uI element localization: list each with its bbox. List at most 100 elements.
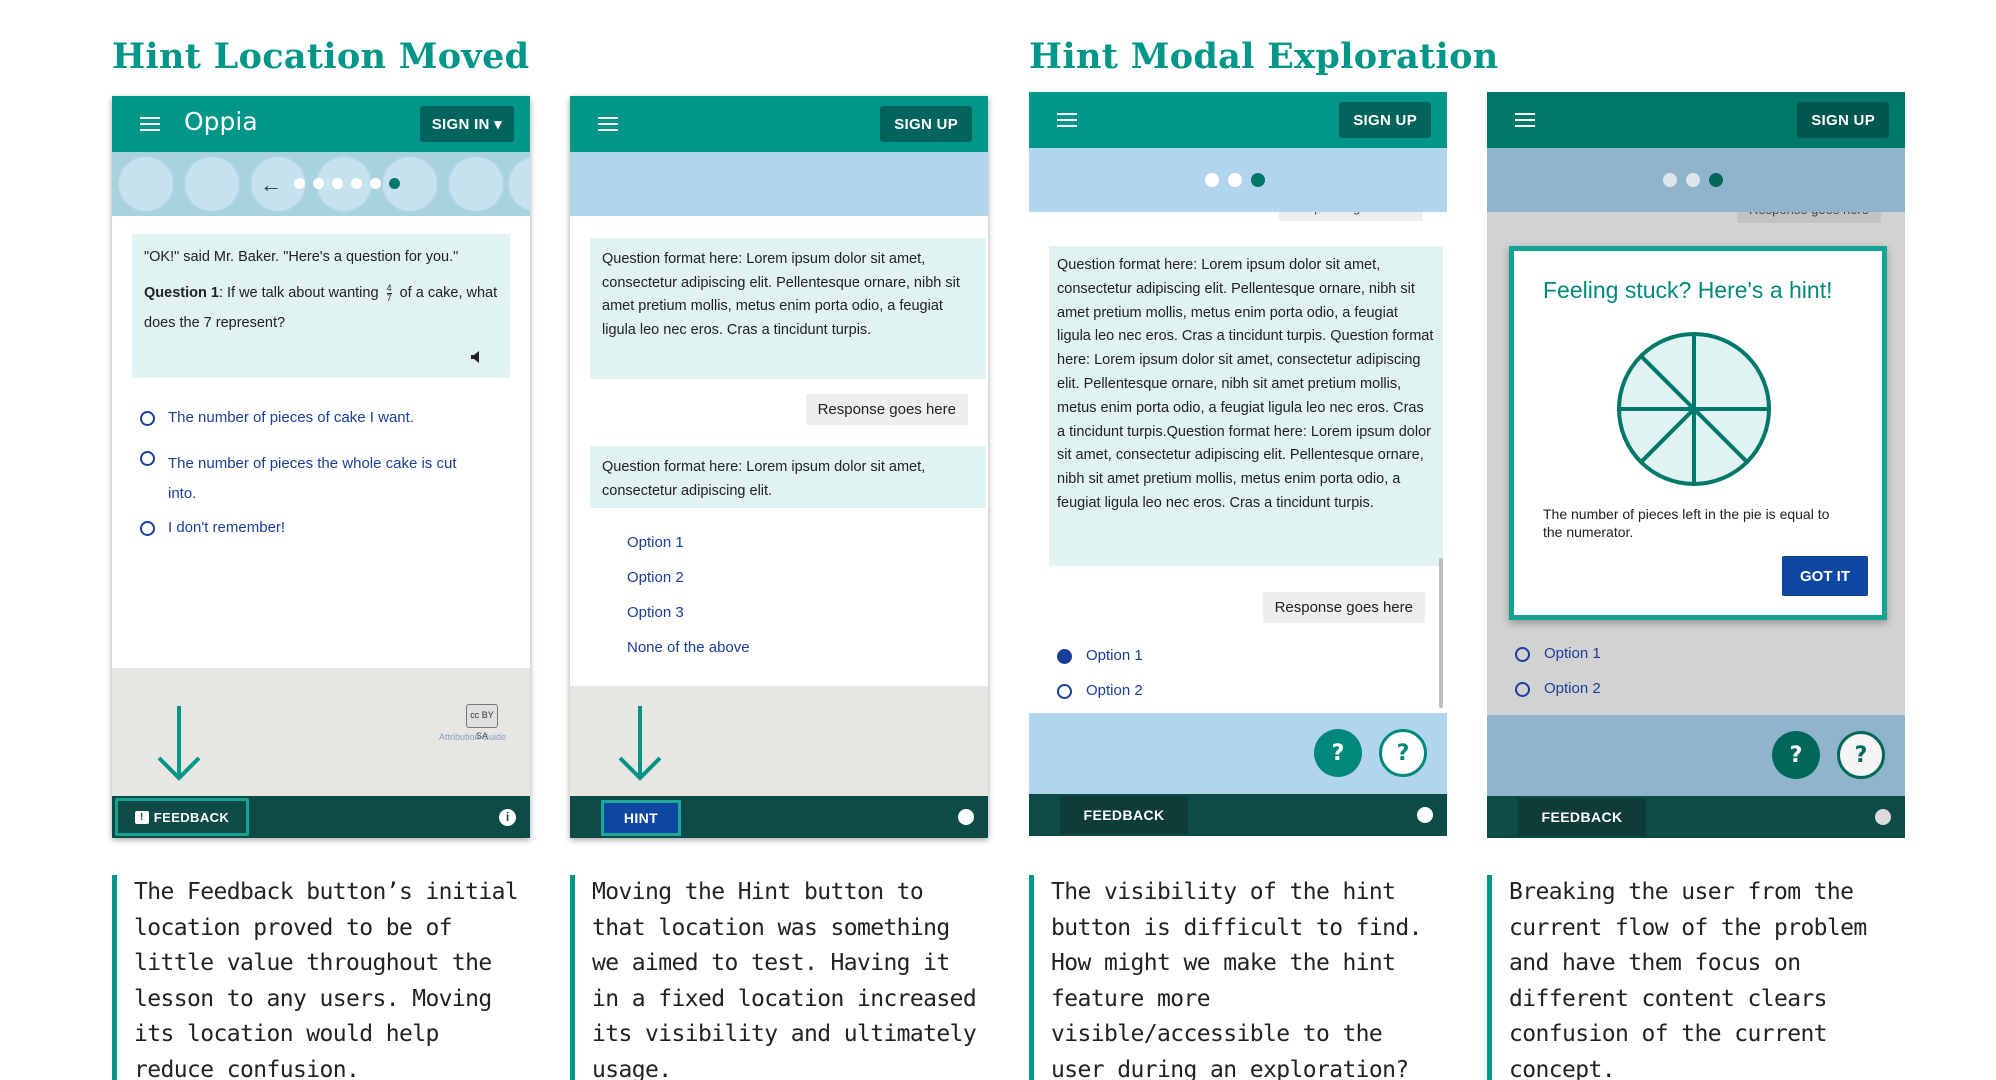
option-label-1[interactable]: The number of pieces of cake I want.: [168, 409, 414, 426]
progress-bar: ←: [112, 152, 530, 216]
arrow-down-icon: [157, 706, 201, 781]
response-bubble: Response goes here: [805, 394, 968, 425]
info-icon[interactable]: [958, 809, 974, 825]
oppia-logo: Oppia: [184, 107, 258, 136]
sign-up-button[interactable]: SIGN UP: [1797, 102, 1889, 138]
section-title-hint-modal: Hint Modal Exploration: [1029, 36, 1499, 77]
feedback-button[interactable]: FEEDBACK: [1518, 798, 1646, 836]
option-1[interactable]: Option 1: [1544, 645, 1601, 662]
hint-button[interactable]: ?: [1314, 729, 1362, 777]
progress-bar: [1487, 148, 1905, 212]
progress-dot: [294, 178, 305, 189]
option-2[interactable]: Option 2: [1086, 682, 1143, 699]
scrollbar[interactable]: [1439, 558, 1443, 708]
question-intro: "OK!" said Mr. Baker. "Here's a question…: [144, 249, 459, 265]
modal-text: The number of pieces left in the pie is …: [1543, 506, 1830, 540]
radio-option-3[interactable]: [140, 521, 155, 536]
fraction: 4 7: [386, 283, 392, 303]
progress-dot: [370, 178, 381, 189]
progress-dot: [313, 178, 324, 189]
hint-button[interactable]: ?: [1772, 731, 1820, 779]
radio-option-1-selected[interactable]: [1057, 649, 1072, 664]
arrow-down-icon: [618, 706, 662, 781]
info-icon[interactable]: i: [499, 809, 516, 826]
menu-icon[interactable]: [598, 117, 618, 131]
help-button[interactable]: ?: [1379, 729, 1427, 777]
option-label-3[interactable]: I don't remember!: [168, 519, 285, 536]
caption-4: Breaking the user from the current flow …: [1487, 875, 1905, 1080]
attribution-link[interactable]: Attribution Guide: [439, 732, 506, 742]
caption-3: The visibility of the hint button is dif…: [1029, 875, 1447, 1080]
response-peek: Response goes here: [1279, 212, 1423, 221]
option-2[interactable]: Option 2: [1544, 680, 1601, 697]
phone-hint-button-mockup: SIGN UP Response goes here Question form…: [1029, 92, 1447, 838]
pie-chart-icon: [1616, 331, 1772, 487]
phone-hint-modal-mockup: SIGN UP Response goes here Option 1 Opti…: [1487, 92, 1905, 838]
top-bar: SIGN UP: [570, 96, 988, 152]
info-icon[interactable]: [1417, 807, 1433, 823]
progress-dot: [1663, 173, 1677, 187]
progress-bar: [1029, 148, 1447, 212]
option-label-2[interactable]: The number of pieces the whole cake is c…: [168, 449, 488, 509]
lesson-content: Question format here: Lorem ipsum dolor …: [570, 216, 988, 668]
progress-bar: [570, 152, 988, 216]
question-card: "OK!" said Mr. Baker. "Here's a question…: [132, 234, 510, 378]
bottom-bar: ! FEEDBACK i: [112, 796, 530, 838]
top-bar: SIGN UP: [1487, 92, 1905, 148]
menu-icon[interactable]: [1057, 113, 1077, 127]
menu-icon[interactable]: [1515, 113, 1535, 127]
option-1[interactable]: Option 1: [627, 534, 684, 551]
got-it-button[interactable]: GOT IT: [1782, 556, 1868, 596]
bottom-bar: FEEDBACK: [1029, 794, 1447, 836]
radio-option-2[interactable]: [140, 451, 155, 466]
progress-dots: [1205, 173, 1265, 187]
radio-option-2[interactable]: [1515, 682, 1530, 697]
option-1[interactable]: Option 1: [1086, 647, 1143, 664]
radio-option-2[interactable]: [1057, 684, 1072, 699]
caption-2: Moving the Hint button to that location …: [570, 875, 988, 1080]
response-peek: Response goes here: [1737, 212, 1881, 223]
question-text-a: : If we talk about wanting: [218, 285, 379, 301]
lesson-content: Response goes here Question format here:…: [1029, 212, 1447, 732]
response-bubble: Response goes here: [1262, 592, 1425, 623]
question-body: Question 1: If we talk about wanting 4 7…: [144, 278, 498, 338]
back-arrow-icon[interactable]: ←: [260, 172, 282, 198]
help-strip: ? ?: [1487, 715, 1905, 796]
progress-dot: [1228, 173, 1242, 187]
help-button[interactable]: ?: [1837, 731, 1885, 779]
sign-up-button[interactable]: SIGN UP: [1339, 102, 1431, 138]
phone-feedback-mockup: Oppia SIGN IN ▾ ← "OK!" said Mr. Baker. …: [112, 96, 530, 838]
bottom-bar: FEEDBACK: [1487, 796, 1905, 838]
feedback-label: FEEDBACK: [153, 809, 230, 825]
feedback-button[interactable]: FEEDBACK: [1060, 796, 1188, 834]
modal-title: Feeling stuck? Here's a hint!: [1543, 277, 1833, 303]
question-card-1: Question format here: Lorem ipsum dolor …: [590, 238, 986, 379]
progress-dot-current: [389, 178, 400, 189]
caption-1: The Feedback button’s initial location p…: [112, 875, 530, 1080]
progress-dot: [332, 178, 343, 189]
progress-dot-current: [1709, 173, 1723, 187]
sign-in-button[interactable]: SIGN IN ▾: [419, 106, 514, 142]
hint-modal: Feeling stuck? Here's a hint! The number…: [1509, 246, 1887, 620]
progress-dots: [1663, 173, 1723, 187]
speaker-icon[interactable]: [470, 350, 484, 364]
radio-option-1[interactable]: [1515, 647, 1530, 662]
menu-icon[interactable]: [140, 117, 160, 131]
feedback-icon: !: [134, 810, 149, 824]
progress-dots: [294, 178, 400, 189]
info-icon[interactable]: [1875, 809, 1891, 825]
section-title-hint-location: Hint Location Moved: [112, 36, 530, 77]
option-none[interactable]: None of the above: [627, 639, 750, 656]
radio-option-1[interactable]: [140, 411, 155, 426]
feedback-button[interactable]: ! FEEDBACK: [115, 798, 249, 836]
progress-dot: [351, 178, 362, 189]
phone-hint-mockup: SIGN UP Question format here: Lorem ipsu…: [570, 96, 988, 838]
option-3[interactable]: Option 3: [627, 604, 684, 621]
fraction-denominator: 7: [386, 292, 392, 303]
sign-up-button[interactable]: SIGN UP: [880, 106, 972, 142]
hint-button[interactable]: HINT: [601, 800, 681, 836]
question-label: Question 1: [144, 285, 219, 301]
option-2[interactable]: Option 2: [627, 569, 684, 586]
top-bar: Oppia SIGN IN ▾: [112, 96, 530, 152]
progress-dot: [1205, 173, 1219, 187]
